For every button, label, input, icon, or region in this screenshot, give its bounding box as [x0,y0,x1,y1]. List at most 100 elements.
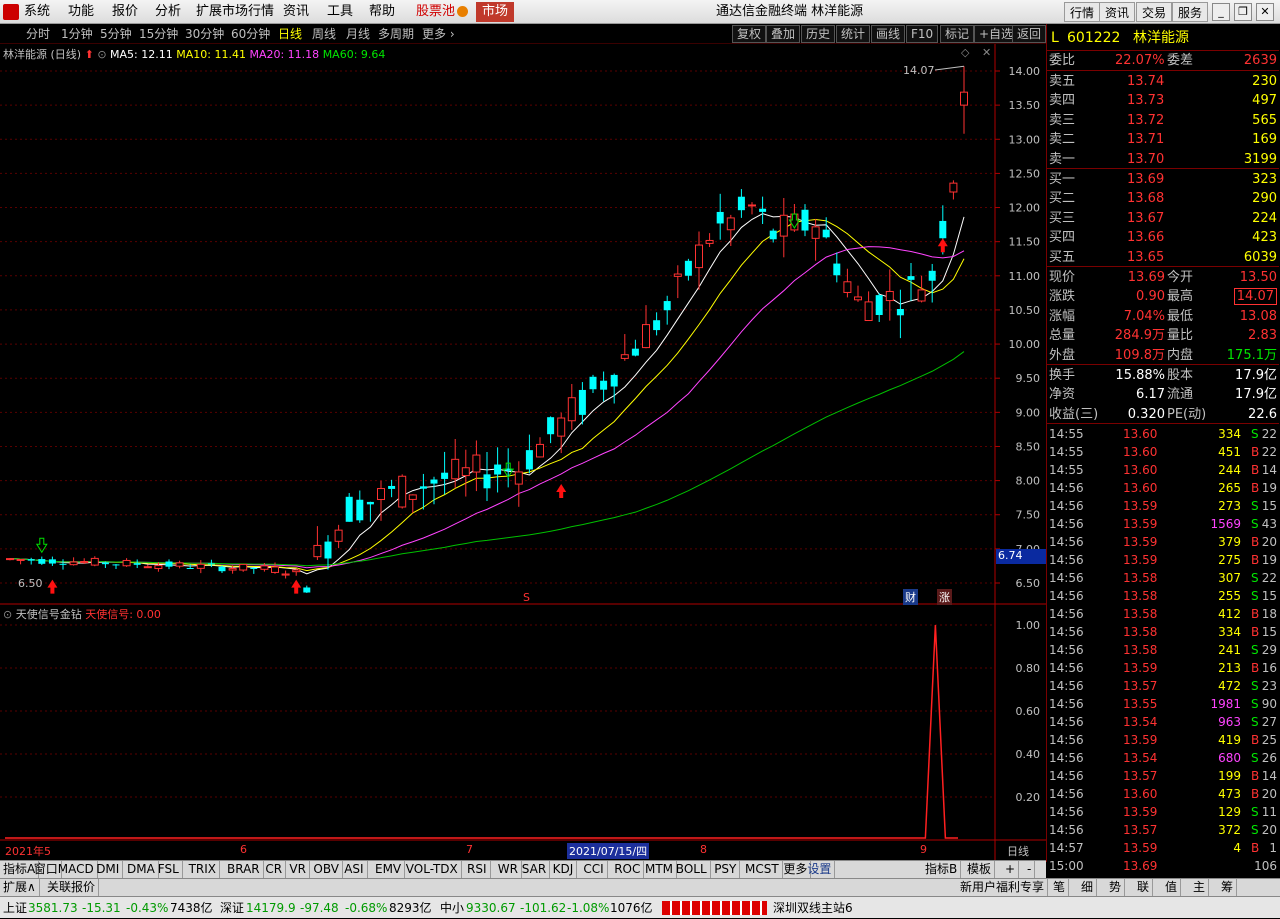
tool-mark[interactable]: 标记 [940,25,975,43]
indicator-tab[interactable]: MCST [742,861,783,878]
ask-row[interactable]: 卖一 13.70 3199 [1047,150,1279,169]
indicator-right-tab[interactable]: 模板 [964,861,996,878]
new-user-promo[interactable]: 新用户福利专享 [957,879,1049,896]
top-btn-trade[interactable]: 交易 [1136,2,1173,22]
period-more[interactable]: 更多 › [422,26,455,42]
menu-news[interactable]: 资讯 [283,0,309,24]
menu-function[interactable]: 功能 [68,0,94,24]
trade-volume: 412 [1218,607,1241,621]
ask-row[interactable]: 卖四 13.73 497 [1047,91,1279,110]
s-event-marker[interactable]: S [523,591,530,604]
indicator-tab[interactable]: BRAR [224,861,264,878]
period-weekly[interactable]: 周线 [312,26,336,42]
price-tick-label: 6.50 [1016,577,1041,590]
trade-count: 25 [1261,733,1277,747]
period-monthly[interactable]: 月线 [346,26,370,42]
menu-ext-market[interactable]: 扩展市场行情 [196,0,274,24]
indicator-tab[interactable]: ROC [611,861,645,878]
period-15min[interactable]: 15分钟 [139,26,178,42]
indicator-tab[interactable]: OBV [310,861,343,878]
candle-body [705,239,714,244]
indicator-tab[interactable]: DMA [124,861,159,878]
period-fenshi[interactable]: 分时 [26,26,50,42]
tab-shi[interactable]: 势 [1106,879,1126,896]
bid-row[interactable]: 买五 13.65 6039 [1047,248,1279,267]
indicator-tab[interactable]: BOLL [673,861,711,878]
finance-event-badge[interactable]: 财 [903,589,918,605]
indicator-tab[interactable]: CR [262,861,287,878]
indicator-tab[interactable]: DMI [93,861,124,878]
tool-history[interactable]: 历史 [801,25,836,43]
period-daily[interactable]: 日线 [278,26,302,42]
tab-zhi[interactable]: 值 [1162,879,1182,896]
tool-stats[interactable]: 统计 [836,25,871,43]
bid-row[interactable]: 买一 13.69 323 [1047,170,1279,189]
bid-row[interactable]: 买二 13.68 290 [1047,189,1279,208]
restore-icon[interactable]: ❐ [1234,3,1252,21]
tool-overlay[interactable]: 叠加 [766,25,801,43]
top-btn-service[interactable]: 服务 [1172,2,1209,22]
bid-row[interactable]: 买四 13.66 423 [1047,228,1279,247]
tool-back[interactable]: 返回 [1012,25,1046,43]
indicator-tab[interactable]: VOL-TDX [403,861,462,878]
ask-row[interactable]: 卖二 13.71 169 [1047,130,1279,149]
indicator-tab[interactable]: FSL [155,861,183,878]
collapse-icon[interactable]: ⊙ [97,48,106,61]
indicator-tab[interactable]: PSY [711,861,741,878]
period-60min[interactable]: 60分钟 [231,26,270,42]
period-multi[interactable]: 多周期 [378,26,414,42]
top-btn-quote[interactable]: 行情 [1064,2,1101,22]
menu-market[interactable]: 市场 [476,2,515,22]
trade-direction: B [1251,661,1260,675]
indicator-right-tab[interactable]: + [1002,861,1020,878]
ext-toggle[interactable]: 扩展∧ [0,879,40,896]
tab-lian[interactable]: 联 [1134,879,1154,896]
period-30min[interactable]: 30分钟 [185,26,224,42]
bid-row[interactable]: 买三 13.67 224 [1047,209,1279,228]
tab-chou[interactable]: 筹 [1218,879,1238,896]
tool-fuquan[interactable]: 复权 [732,25,767,43]
top-btn-news[interactable]: 资讯 [1099,2,1136,22]
ask-row[interactable]: 卖五 13.74 230 [1047,72,1279,91]
related-quote[interactable]: 关联报价 [44,879,100,896]
tool-draw[interactable]: 画线 [871,25,906,43]
tab-zhu[interactable]: 主 [1190,879,1210,896]
indicator-tab[interactable]: RSI [464,861,491,878]
indicator-tab[interactable]: SAR [519,861,551,878]
indicator-tab[interactable]: VR [286,861,310,878]
period-1min[interactable]: 1分钟 [61,26,93,42]
indicator-tab[interactable]: KDJ [550,861,578,878]
menu-help[interactable]: 帮助 [369,0,395,24]
collapse-sub-icon[interactable]: ⊙ [3,608,12,621]
trade-time: 14:56 [1049,643,1084,657]
menu-analysis[interactable]: 分析 [155,0,181,24]
period-5min[interactable]: 5分钟 [100,26,132,42]
indicator-tab[interactable]: TRIX [186,861,221,878]
indicator-tab[interactable]: EMV [372,861,406,878]
indicator-tab[interactable]: 设置 [804,861,836,878]
diamond-icon[interactable]: ◇ [961,46,969,59]
indicator-tab[interactable]: MACD [55,861,98,878]
ask-row[interactable]: 卖三 13.72 565 [1047,111,1279,130]
minimize-icon[interactable]: _ [1212,3,1230,21]
tab-xi[interactable]: 细 [1078,879,1098,896]
menu-system[interactable]: 系统 [24,0,50,24]
tool-f10[interactable]: F10 [906,25,939,43]
indicator-tab[interactable]: ASI [341,861,368,878]
kline-chart[interactable]: 14.00 13.50 13.00 12.50 12.00 11.50 11.00 10.50… [0,44,1046,860]
menu-quote[interactable]: 报价 [112,0,138,24]
book-volume: 6039 [1243,249,1277,265]
indicator-tab[interactable]: CCI [580,861,608,878]
candle-body [271,566,279,573]
tab-bi[interactable]: 笔 [1050,879,1070,896]
trade-row: 14:56 13.59 275 B 19 [1047,551,1279,569]
indicator-tab[interactable]: MTM [642,861,678,878]
close-icon[interactable]: ✕ [1256,3,1274,21]
indicator-right-tab[interactable]: - [1024,861,1036,878]
menu-tools[interactable]: 工具 [327,0,353,24]
menu-stock-pool[interactable]: 股票池 [416,0,469,24]
limit-up-event-badge[interactable]: 涨 [937,589,952,605]
close-panel-icon[interactable]: ✕ [982,46,991,59]
x-label-july: 7 [466,843,473,856]
indicator-right-tab[interactable]: 指标B [922,861,962,878]
